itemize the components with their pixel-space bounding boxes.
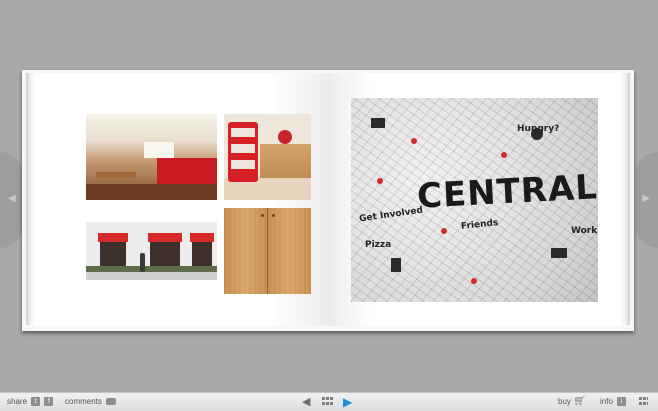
fullscreen-icon — [639, 397, 648, 407]
next-page-tab[interactable]: ▶ — [636, 152, 658, 248]
cart-icon: 🛒︎ — [573, 396, 586, 407]
restaurant-interior-photo — [86, 114, 217, 200]
book-left-edge — [26, 73, 32, 325]
photo-book: CENTRAL Get Involved Hungry? Work Friend… — [22, 70, 634, 331]
grid-view-icon — [322, 397, 333, 407]
chevron-right-icon: ▶ — [642, 193, 650, 204]
share-group: share t f — [7, 393, 54, 411]
left-page[interactable] — [34, 73, 329, 326]
fullscreen-button[interactable] — [639, 393, 648, 411]
wall-tag: Work — [571, 226, 598, 236]
info-icon: i — [617, 397, 627, 407]
info-button[interactable]: info i — [600, 393, 627, 411]
info-label: info — [600, 397, 613, 406]
previous-page-tab[interactable]: ◀ — [0, 152, 22, 248]
comments-label: comments — [65, 397, 102, 406]
comments-button[interactable]: comments — [65, 393, 117, 411]
next-page-button[interactable]: ▶ — [343, 393, 352, 411]
chevron-left-icon: ◀ — [8, 193, 16, 204]
share-label: share — [7, 397, 28, 406]
red-bus-cutout-photo — [224, 114, 311, 200]
grid-view-button[interactable] — [322, 393, 333, 411]
central-doodle-wall-photo: CENTRAL Get Involved Hungry? Work Friend… — [351, 98, 598, 302]
wall-tag: Pizza — [365, 240, 392, 250]
next-page-icon: ▶ — [343, 395, 353, 409]
storefront-awnings-photo — [86, 222, 217, 280]
previous-page-button[interactable]: ◀ — [302, 393, 310, 411]
wooden-doors-photo — [224, 208, 311, 294]
wall-tag: Hungry? — [517, 124, 560, 134]
comment-bubble-icon — [106, 398, 117, 406]
twitter-icon[interactable]: t — [31, 397, 41, 407]
central-wall-text: CENTRAL — [416, 167, 598, 217]
wall-tag: Get Involved — [358, 205, 424, 225]
book-right-edge — [624, 73, 630, 325]
buy-label: buy — [558, 397, 571, 406]
buy-button[interactable]: buy 🛒︎ — [558, 393, 586, 411]
bottom-toolbar: share t f comments ◀ ▶ buy 🛒︎ info i — [0, 392, 658, 411]
previous-page-icon: ◀ — [302, 396, 311, 408]
right-page[interactable]: CENTRAL Get Involved Hungry? Work Friend… — [329, 73, 621, 326]
facebook-icon[interactable]: f — [44, 397, 54, 407]
wall-tag: Friends — [460, 218, 499, 232]
